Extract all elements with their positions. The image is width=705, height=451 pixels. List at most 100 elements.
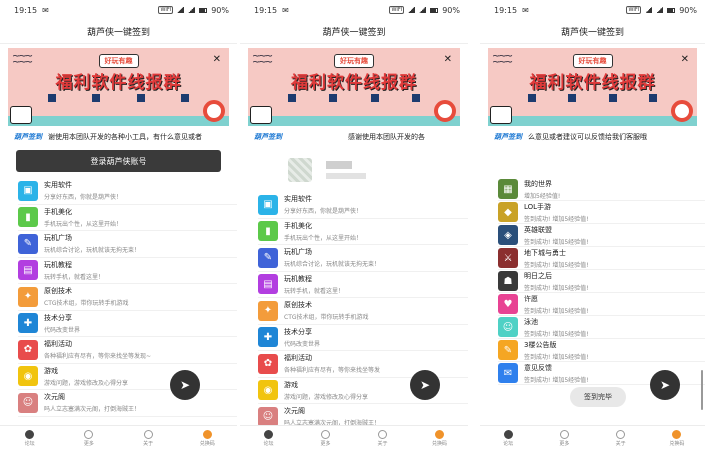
item-desc: 签到成功! 增加5经验值! [524, 307, 589, 315]
list-item[interactable]: ▮ 手机美化 手机玩出个性，从这里开始！ [18, 205, 237, 231]
item-title: 游戏 [284, 380, 298, 389]
tab-redeem[interactable]: 兑换码 [187, 430, 227, 447]
send-fab-button[interactable]: ➤ [170, 370, 200, 400]
notification-icon: ✉ [282, 5, 289, 15]
tab-forum[interactable]: 论坛 [10, 430, 50, 447]
item-title: 福利活动 [284, 354, 312, 363]
item-title: 福利活动 [44, 340, 72, 349]
paper-plane-icon: ➤ [659, 378, 671, 392]
banner-tag: 好玩有趣 [572, 54, 613, 68]
promo-banner[interactable]: ~~~ ~~~ ✕ 好玩有趣 福利软件线报群 [248, 48, 460, 126]
gift-icon: ✿ [18, 339, 38, 360]
tab-more[interactable]: 更多 [544, 430, 584, 447]
list-item[interactable]: ▣ 实用软件 分享好东西，你就是葫芦侠！ [18, 178, 237, 205]
list-item[interactable]: ☗ 明日之后 签到成功! 增加5经验值! [498, 270, 705, 293]
list-item[interactable]: ◈ 英雄联盟 签到成功! 增加5经验值! [498, 224, 705, 247]
list-item[interactable]: ⚔ 地下城与勇士 签到成功! 增加5经验值! [498, 247, 705, 270]
item-desc: 代码改变世界 [44, 326, 81, 334]
tab-label: 论坛 [503, 441, 514, 447]
list-item[interactable]: ✎ 玩机广场 玩机综合讨论，玩机就该无拘无束！ [18, 231, 237, 258]
login-button[interactable]: 登录葫芦侠账号 [16, 150, 221, 172]
item-title: 手机美化 [284, 221, 312, 230]
tab-redeem[interactable]: 兑换码 [657, 430, 697, 447]
announcement-icon: ✎ [498, 340, 518, 360]
status-bar: 19:15 ✉ WIFI 90% [0, 0, 237, 20]
phone-screen-1: 19:15 ✉ WIFI 90% 葫芦侠一键签到 ~~~ ~~~ ✕ 好玩有趣 福利软… [0, 0, 237, 451]
list-item[interactable]: ◉ 游戏 游戏问题，游戏修改及心得分享 [18, 364, 237, 390]
item-title: 我的世界 [524, 179, 552, 188]
promo-banner[interactable]: ~~~ ~~~ ✕ 好玩有趣 福利软件线报群 [488, 48, 697, 126]
list-item[interactable]: ✎ 3楼公告版 签到成功! 增加5经验值! [498, 339, 705, 362]
tab-forum[interactable]: 论坛 [249, 430, 289, 447]
wave-decoration: ~~~ ~~~ [252, 51, 273, 68]
signal-icon [177, 7, 185, 13]
signal-icon [188, 7, 196, 13]
list-item[interactable]: ☺ 泳池 签到成功! 增加5经验值! [498, 316, 705, 339]
user-profile[interactable] [240, 148, 468, 192]
notice-text: 么意见或者建议可以反馈给我们客服哦 [528, 133, 647, 141]
battery-level: 90% [679, 5, 697, 15]
status-time: 19:15 [14, 5, 38, 15]
cat-illustration [250, 106, 272, 124]
tab-more[interactable]: 更多 [69, 430, 109, 447]
tab-about[interactable]: 关于 [601, 430, 641, 447]
notice-marquee: 葫芦签到 么意见或者建议可以反馈给我们客服哦 [480, 126, 705, 148]
item-title: 玩机广场 [284, 248, 312, 257]
item-title: 次元阁 [44, 393, 65, 402]
forum-icon [503, 430, 513, 439]
tab-redeem[interactable]: 兑换码 [420, 430, 460, 447]
forum-icon [264, 430, 273, 439]
list-item[interactable]: ✚ 技术分享 代码改变世界 [258, 325, 468, 351]
item-title: 许愿 [524, 294, 538, 303]
notice-marquee: 葫芦签到 谢使用本团队开发的各种小工具，有什么意见或者 [0, 126, 237, 148]
tab-more[interactable]: 更多 [306, 430, 346, 447]
scrollbar[interactable] [701, 370, 703, 410]
cat-illustration [10, 106, 32, 124]
banner-icons [48, 94, 189, 102]
list-item[interactable]: ✦ 原创技术 CTG技术组，带你玩转手机游戏 [18, 284, 237, 311]
item-title: 明日之后 [524, 271, 552, 280]
item-title: 实用软件 [284, 195, 312, 204]
list-item[interactable]: ☺ 次元阁 吗人立志塞满次元阁，打倒海贼王！ [18, 390, 237, 417]
send-fab-button[interactable]: ➤ [410, 370, 440, 400]
list-item[interactable]: ✦ 原创技术 CTG技术组，带你玩转手机游戏 [258, 298, 468, 325]
lol-icon: ◈ [498, 225, 518, 245]
lifebuoy-illustration [203, 100, 225, 122]
list-item[interactable]: ♥ 许愿 签到成功! 增加5经验值! [498, 293, 705, 316]
list-item[interactable]: ◆ LOL手游 签到成功! 增加5经验值! [498, 201, 705, 224]
item-title: 手机美化 [44, 207, 72, 216]
item-desc: 各种福利应有尽有，等你来找坐等发 [284, 367, 381, 375]
banner-floor [488, 116, 697, 126]
send-fab-button[interactable]: ➤ [650, 370, 680, 400]
list-item[interactable]: ▤ 玩机教程 玩转手机，就看这里！ [258, 272, 468, 298]
cat-illustration [490, 106, 512, 124]
notice-logo: 葫芦签到 [494, 133, 522, 141]
wave-decoration: ~~~ ~~~ [12, 51, 33, 68]
phone-screen-3: 19:15 ✉ WIFI 90% 葫芦侠一键签到 ~~~ ~~~ ✕ 好玩有趣 福利软… [480, 0, 705, 451]
status-bar: 19:15 ✉ WIFI 90% [480, 0, 705, 20]
item-title: 原创技术 [284, 301, 312, 310]
wifi-badge: WIFI [158, 6, 174, 14]
list-item[interactable]: ✎ 玩机广场 玩机综合讨论，玩机就该无拘无束！ [258, 245, 468, 272]
list-item[interactable]: ▣ 实用软件 分享好东西，你就是葫芦侠！ [258, 192, 468, 219]
app-title: 葫芦侠一键签到 [0, 20, 237, 44]
redeem-icon [672, 430, 682, 439]
list-item[interactable]: ▤ 玩机教程 玩转手机，就看这里！ [18, 258, 237, 284]
list-item[interactable]: ▮ 手机美化 手机玩出个性，从这里开始！ [258, 219, 468, 245]
item-desc: CTG技术组，带你玩转手机游戏 [284, 314, 369, 322]
tab-about[interactable]: 关于 [128, 430, 168, 447]
banner-title: 福利软件线报群 [529, 73, 656, 93]
cube-icon: ▣ [18, 180, 38, 201]
bulb-icon: ✦ [258, 300, 278, 321]
promo-banner[interactable]: ~~~ ~~~ ✕ 好玩有趣 福利软件线报群 [8, 48, 229, 126]
tab-about[interactable]: 关于 [363, 430, 403, 447]
item-desc: 代码改变世界 [284, 340, 321, 348]
list-item[interactable]: ✿ 福利活动 各种福利应有尽有，等你来找坐等发现~ [18, 337, 237, 364]
tab-label: 兑换码 [431, 441, 447, 447]
list-item[interactable]: ✿ 福利活动 各种福利应有尽有，等你来找坐等发 [258, 351, 468, 378]
tab-forum[interactable]: 论坛 [488, 430, 528, 447]
tab-label: 论坛 [24, 441, 35, 447]
item-desc: 签到成功! 增加5经验值! [524, 353, 589, 361]
list-item[interactable]: ▦ 我的世界 增加5经验值! [498, 178, 705, 201]
list-item[interactable]: ✚ 技术分享 代码改变世界 [18, 311, 237, 337]
